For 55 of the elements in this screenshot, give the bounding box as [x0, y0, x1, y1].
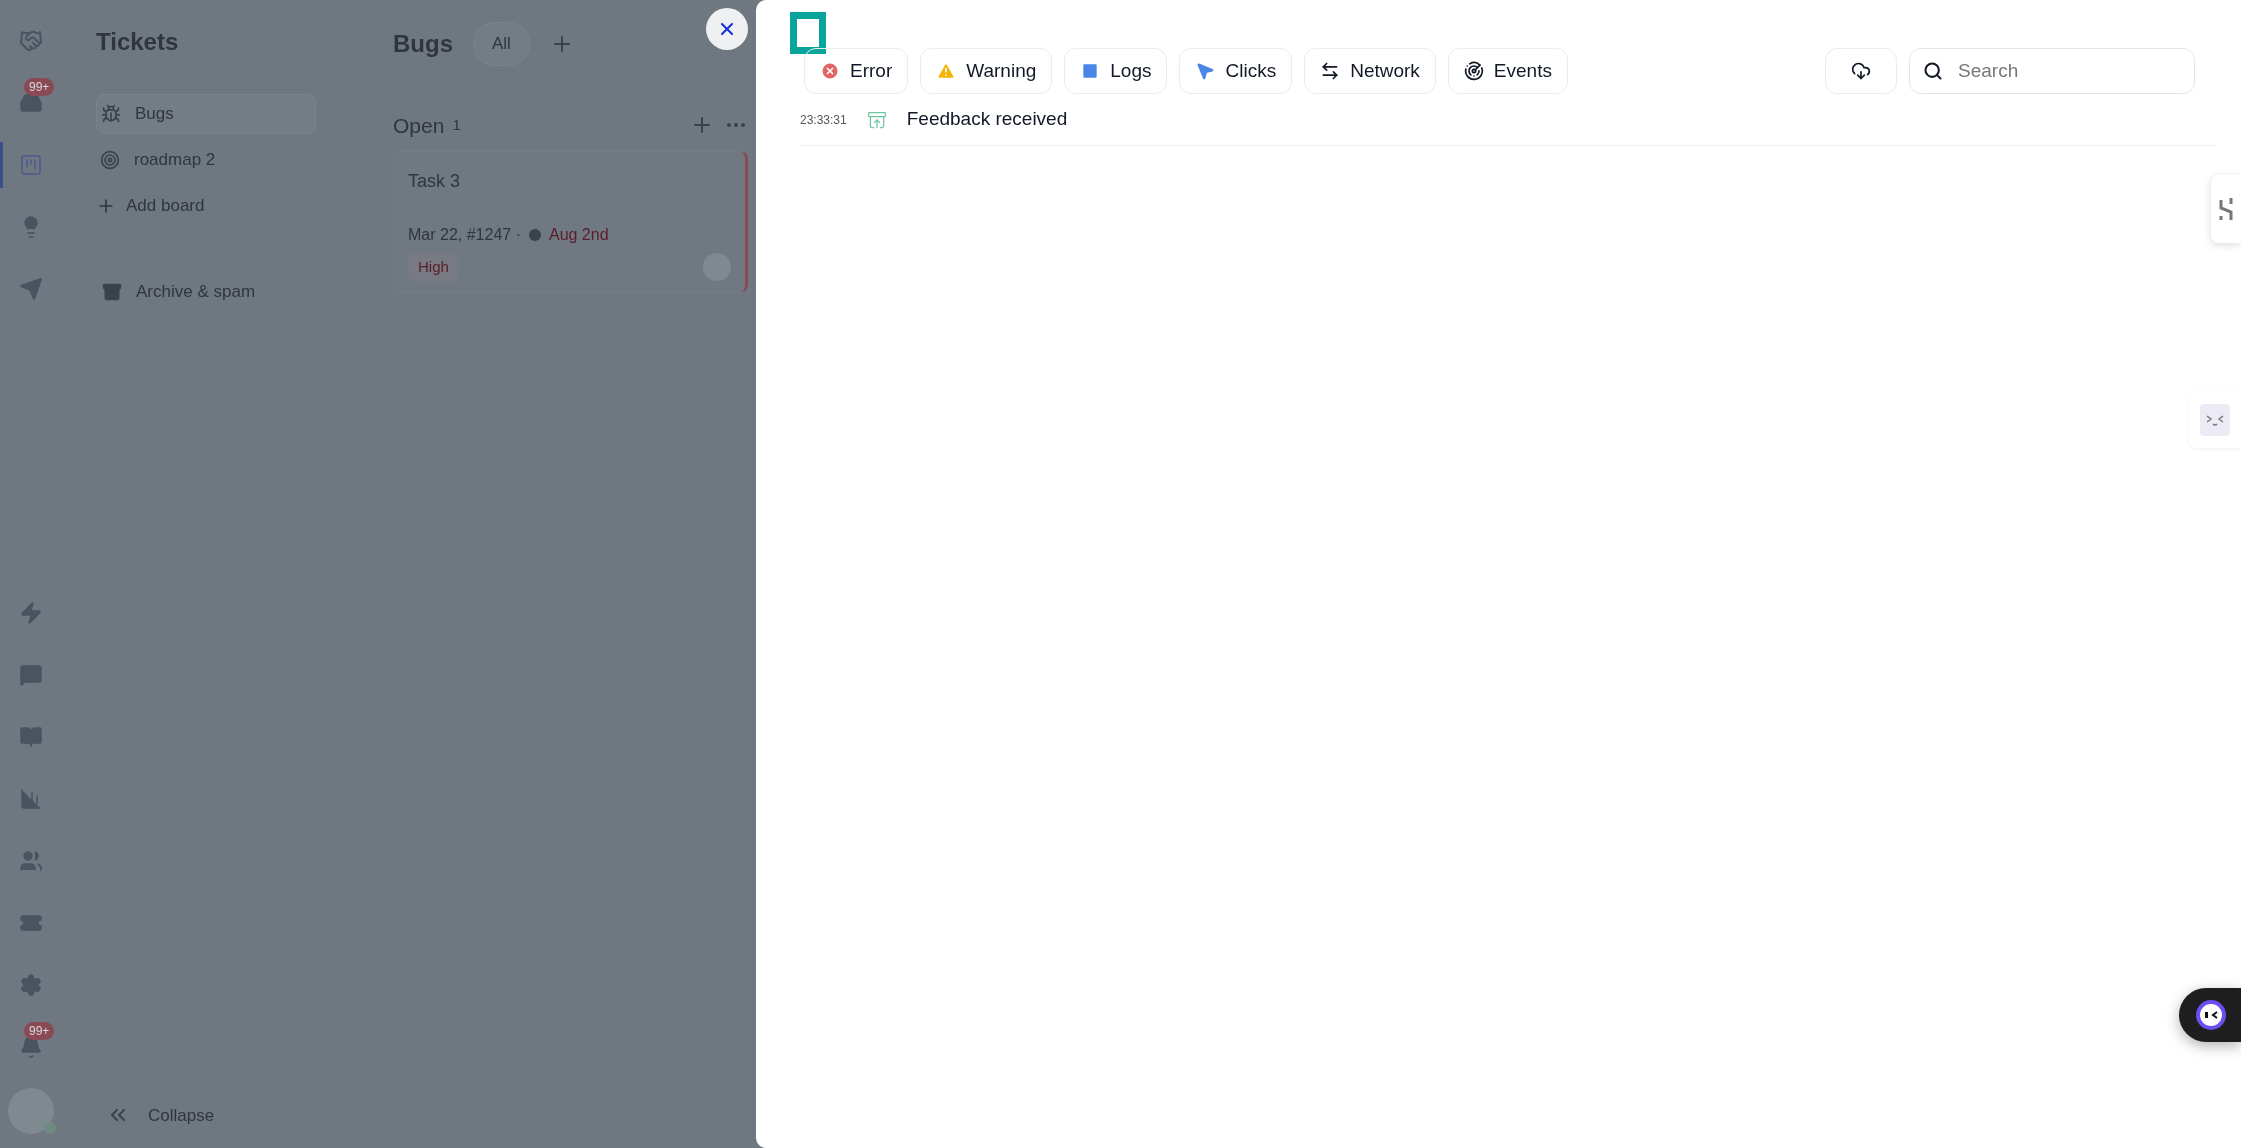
cloud-download-icon — [1851, 61, 1871, 81]
lightning-icon[interactable] — [19, 601, 43, 625]
priority-tag: High — [408, 253, 459, 282]
settings-icon[interactable] — [19, 973, 43, 997]
filter-button[interactable]: Warning — [920, 48, 1053, 94]
error-icon — [820, 61, 840, 81]
bug-icon — [101, 104, 121, 124]
add-board-link[interactable]: Add board — [96, 186, 316, 226]
target-icon — [100, 150, 120, 170]
book-icon[interactable] — [19, 725, 43, 749]
bell-icon[interactable] — [19, 1035, 43, 1059]
card-title: Task 3 — [408, 170, 462, 193]
people-icon[interactable] — [19, 849, 43, 873]
inbox-icon[interactable] — [19, 91, 43, 115]
column-count: 1 — [452, 115, 461, 135]
filter-button[interactable]: Events — [1447, 48, 1568, 94]
search-field[interactable]: Search — [1909, 48, 2195, 94]
sidebar-title: Tickets — [96, 27, 180, 57]
archive-icon — [102, 282, 122, 302]
inbox-icon — [866, 109, 887, 130]
paper-plane-icon[interactable] — [19, 277, 43, 301]
search-icon — [1923, 61, 1943, 81]
filter-button[interactable]: Error — [804, 48, 909, 94]
filter-button[interactable]: Logs — [1064, 48, 1168, 94]
chat-launcher[interactable] — [2179, 988, 2241, 1042]
face-icon — [2200, 404, 2230, 436]
split-lines-icon — [2218, 196, 2234, 222]
handshake-logo-icon[interactable] — [19, 29, 43, 53]
cursor-icon — [1195, 61, 1216, 81]
radar-icon — [1463, 61, 1484, 81]
notification-badge: 99+ — [24, 1022, 55, 1040]
board-item[interactable]: roadmap 2 — [96, 140, 316, 180]
card-meta: Mar 22, #1247 · — [408, 225, 521, 245]
board-item[interactable]: Bugs — [96, 94, 316, 134]
widget-tab[interactable] — [2189, 392, 2241, 448]
logo-icon — [790, 12, 826, 54]
event-time: 23:33:31 — [800, 111, 847, 129]
column-title: Open — [393, 112, 445, 139]
archive-link[interactable]: Archive & spam — [96, 272, 316, 312]
event-text: Feedback received — [906, 107, 1068, 132]
board-title: Bugs — [393, 28, 453, 59]
view-tab[interactable]: All — [473, 22, 530, 66]
board-icon[interactable] — [19, 153, 43, 177]
collapse-link[interactable]: Collapse — [96, 1102, 316, 1128]
due-date: Aug 2nd — [548, 225, 609, 245]
close-button[interactable] — [706, 8, 748, 50]
filter-button[interactable]: Clicks — [1179, 48, 1293, 94]
filter-button[interactable]: Network — [1304, 48, 1436, 94]
warning-icon — [936, 61, 957, 81]
side-tab[interactable] — [2211, 175, 2241, 243]
chat-icon[interactable] — [19, 663, 43, 687]
download-button[interactable] — [1825, 48, 1897, 94]
notification-badge: 99+ — [24, 78, 55, 96]
bot-face-icon — [2195, 999, 2227, 1031]
ticket-card[interactable]: Task 3 Mar 22, #1247 · Aug 2nd High — [393, 151, 748, 293]
